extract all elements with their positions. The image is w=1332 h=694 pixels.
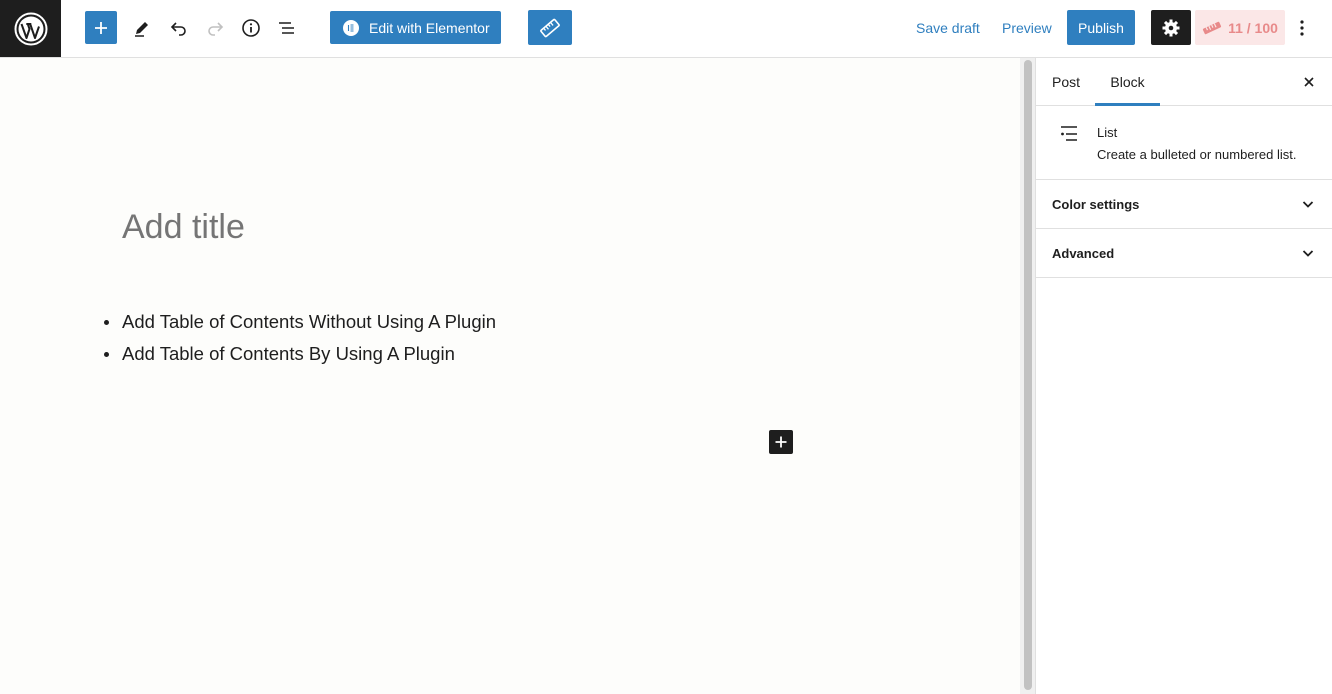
publish-button[interactable]: Publish xyxy=(1067,10,1135,45)
advanced-panel-toggle[interactable]: Advanced xyxy=(1036,229,1332,278)
seo-ruler-icon xyxy=(1202,21,1222,34)
info-icon xyxy=(242,18,260,37)
save-draft-button[interactable]: Save draft xyxy=(906,11,990,44)
chevron-down-icon xyxy=(1302,250,1314,257)
list-block-icon xyxy=(1061,126,1077,141)
tab-block[interactable]: Block xyxy=(1095,58,1160,106)
gear-icon xyxy=(1162,19,1180,36)
block-name: List xyxy=(1097,125,1118,140)
list-item[interactable]: Add Table of Contents By Using A Plugin xyxy=(104,338,496,370)
plus-icon xyxy=(775,436,787,448)
pencil-icon xyxy=(135,21,148,37)
more-options-button[interactable] xyxy=(1291,11,1313,44)
list-item-text: Add Table of Contents Without Using A Pl… xyxy=(122,311,497,332)
panel-title: Color settings xyxy=(1052,197,1140,212)
undo-button[interactable] xyxy=(165,11,193,44)
ruler-icon xyxy=(540,18,560,37)
block-card: List Create a bulleted or numbered list. xyxy=(1036,106,1332,180)
settings-sidebar: Post Block List Create a bulleted or num… xyxy=(1035,58,1332,694)
color-settings-panel-toggle[interactable]: Color settings xyxy=(1036,180,1332,229)
elementor-icon xyxy=(343,19,359,36)
tools-button[interactable] xyxy=(128,11,156,44)
redo-button[interactable] xyxy=(201,11,229,44)
redo-icon xyxy=(208,21,224,36)
ruler-tool-button[interactable] xyxy=(528,10,572,45)
seo-score-label: 11 / 100 xyxy=(1228,19,1278,36)
editor-header: Edit with Elementor Save draft Preview P… xyxy=(0,0,1332,58)
block-description: Create a bulleted or numbered list. xyxy=(1097,147,1297,162)
plus-icon xyxy=(95,21,107,34)
chevron-down-icon xyxy=(1302,201,1314,208)
bullet-icon xyxy=(104,351,109,357)
editor-canvas[interactable]: Add title Add Table of Contents Without … xyxy=(0,58,1020,694)
list-item-text: Add Table of Contents By Using A Plugin xyxy=(122,343,455,364)
add-block-button[interactable] xyxy=(85,11,117,44)
elementor-button-label: Edit with Elementor xyxy=(369,19,490,36)
wordpress-icon xyxy=(14,12,47,45)
editor-scrollbar-thumb[interactable] xyxy=(1024,60,1032,690)
vertical-ellipsis-icon xyxy=(1300,19,1304,36)
close-sidebar-button[interactable] xyxy=(1298,71,1320,93)
list-item[interactable]: Add Table of Contents Without Using A Pl… xyxy=(104,306,496,338)
list-view-icon xyxy=(279,21,294,34)
tab-post[interactable]: Post xyxy=(1037,58,1095,106)
post-title-input[interactable]: Add title xyxy=(122,208,245,247)
bullet-icon xyxy=(104,319,109,325)
close-icon xyxy=(1304,77,1314,87)
list-block[interactable]: Add Table of Contents Without Using A Pl… xyxy=(104,306,496,370)
sidebar-tabs: Post Block xyxy=(1036,58,1332,106)
wordpress-logo-button[interactable] xyxy=(0,0,61,57)
details-button[interactable] xyxy=(237,11,265,44)
panel-title: Advanced xyxy=(1052,246,1115,261)
seo-score-button[interactable]: 11 / 100 xyxy=(1195,10,1285,45)
settings-button[interactable] xyxy=(1151,10,1191,45)
edit-with-elementor-button[interactable]: Edit with Elementor xyxy=(330,11,501,44)
list-view-button[interactable] xyxy=(273,11,301,44)
block-inserter-button[interactable] xyxy=(769,430,793,454)
undo-icon xyxy=(170,21,186,36)
preview-button[interactable]: Preview xyxy=(992,11,1062,44)
